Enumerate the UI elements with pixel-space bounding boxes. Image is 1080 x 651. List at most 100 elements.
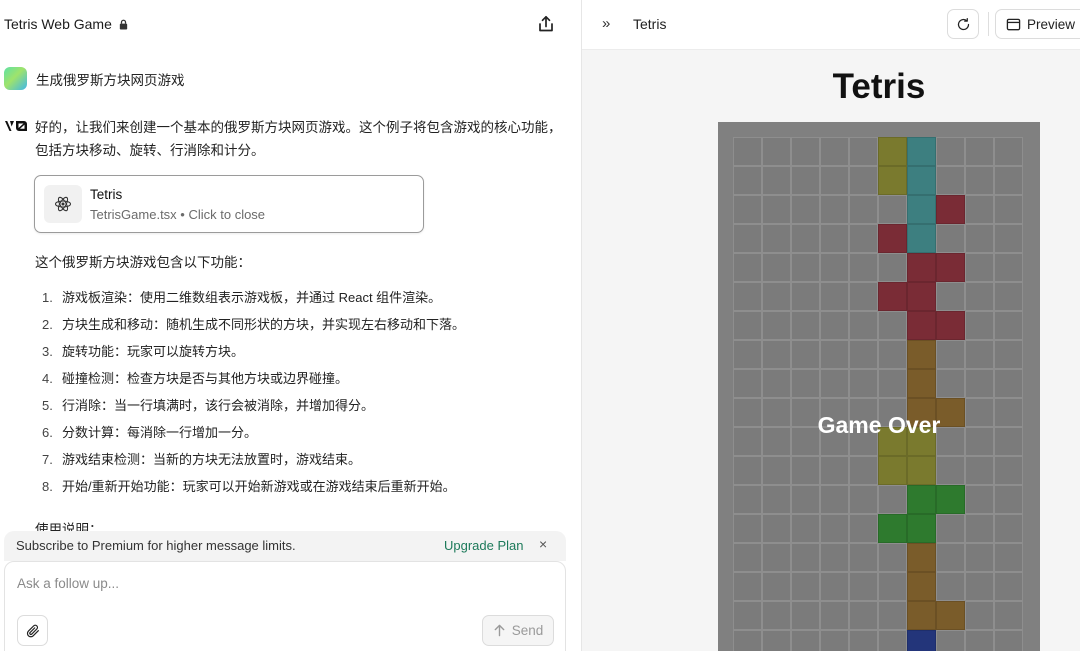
board-cell <box>878 543 907 572</box>
board-cell <box>994 282 1023 311</box>
board-cell <box>936 253 965 282</box>
board-cell <box>849 630 878 651</box>
board-cell <box>820 601 849 630</box>
board-cell <box>762 224 791 253</box>
refresh-icon <box>957 17 969 30</box>
board-cell <box>762 340 791 369</box>
board-cell <box>936 369 965 398</box>
board-cell <box>762 369 791 398</box>
board-cell <box>762 572 791 601</box>
board-cell <box>733 253 762 282</box>
browser-window-icon <box>1006 18 1021 30</box>
list-item: 7. 游戏结束检测：当新的方块无法放置时，游戏结束。 <box>42 452 362 467</box>
chat-header: Tetris Web Game <box>0 0 581 48</box>
lock-icon <box>119 19 128 30</box>
board-cell <box>878 166 907 195</box>
board-cell <box>791 137 820 166</box>
board-cell <box>791 369 820 398</box>
list-item: 2. 方块生成和移动：随机生成不同形状的方块，并实现左右移动和下落。 <box>42 317 466 332</box>
board-cell <box>878 456 907 485</box>
board-cell <box>791 630 820 651</box>
board-cell <box>878 630 907 651</box>
board-cell <box>994 369 1023 398</box>
board-cell <box>994 601 1023 630</box>
board-cell <box>878 195 907 224</box>
close-icon[interactable]: × <box>539 536 547 552</box>
v0-logo-icon <box>4 119 28 136</box>
attach-button[interactable] <box>17 615 48 646</box>
board-cell <box>820 311 849 340</box>
board-cell <box>762 456 791 485</box>
board-cell <box>762 311 791 340</box>
board-cell <box>936 485 965 514</box>
board-cell <box>878 311 907 340</box>
react-atom-icon <box>44 185 82 223</box>
board-cell <box>820 456 849 485</box>
features-heading: 这个俄罗斯方块游戏包含以下功能： <box>35 255 251 270</box>
board-cell <box>733 456 762 485</box>
artifact-subtitle: TetrisGame.tsx • Click to close <box>90 207 266 222</box>
board-cell <box>965 137 994 166</box>
board-cell <box>907 137 936 166</box>
share-icon[interactable] <box>536 14 556 34</box>
board-cell <box>965 514 994 543</box>
board-cell <box>994 195 1023 224</box>
chat-panel: Tetris Web Game 生成俄罗斯方块网页游戏 好的，让我们来创建一个基… <box>0 0 581 651</box>
list-item: 6. 分数计算：每消除一行增加一分。 <box>42 425 258 440</box>
board-cell <box>994 514 1023 543</box>
board-cell <box>878 514 907 543</box>
board-cell <box>994 166 1023 195</box>
follow-up-input[interactable] <box>17 576 537 591</box>
board-cell <box>907 572 936 601</box>
board-cell <box>849 253 878 282</box>
send-button[interactable]: Send <box>482 615 554 646</box>
board-cell <box>791 572 820 601</box>
board-cell <box>849 340 878 369</box>
board-cell <box>965 282 994 311</box>
board-cell <box>820 572 849 601</box>
board-cell <box>733 282 762 311</box>
board-cell <box>762 195 791 224</box>
board-cell <box>762 137 791 166</box>
board-cell <box>820 224 849 253</box>
board-cell <box>733 137 762 166</box>
board-cell <box>791 166 820 195</box>
game-board[interactable]: Game Over <box>718 122 1040 651</box>
board-cell <box>733 543 762 572</box>
artifact-card[interactable]: Tetris TetrisGame.tsx • Click to close <box>34 175 424 233</box>
board-cell <box>936 601 965 630</box>
board-cell <box>936 543 965 572</box>
board-cell <box>791 311 820 340</box>
board-cell <box>878 572 907 601</box>
board-cell <box>762 543 791 572</box>
board-cell <box>849 166 878 195</box>
arrow-up-icon <box>494 624 505 637</box>
preview-title: Tetris <box>633 16 667 32</box>
game-over-text: Game Over <box>817 412 941 438</box>
upgrade-plan-link[interactable]: Upgrade Plan <box>444 538 524 553</box>
board-cell <box>849 543 878 572</box>
preview-button-label: Preview <box>1027 16 1076 32</box>
artifact-title: Tetris <box>90 187 123 202</box>
board-cell <box>907 340 936 369</box>
board-cell <box>791 456 820 485</box>
board-cell <box>762 166 791 195</box>
user-message-text: 生成俄罗斯方块网页游戏 <box>36 72 185 88</box>
project-title[interactable]: Tetris Web Game <box>4 16 129 32</box>
expand-chevrons-icon[interactable]: » <box>602 15 610 32</box>
board-cell <box>878 282 907 311</box>
board-cell <box>965 485 994 514</box>
board-cell <box>791 543 820 572</box>
refresh-button[interactable] <box>947 9 979 39</box>
board-cell <box>936 340 965 369</box>
avatar <box>4 67 27 90</box>
board-cell <box>936 456 965 485</box>
list-item: 1. 游戏板渲染：使用二维数组表示游戏板，并通过 React 组件渲染。 <box>42 290 442 305</box>
board-cell <box>965 224 994 253</box>
board-cell <box>878 224 907 253</box>
board-cell <box>791 195 820 224</box>
board-cell <box>994 340 1023 369</box>
board-cell <box>791 282 820 311</box>
preview-button[interactable]: Preview <box>995 9 1080 39</box>
board-cell <box>907 195 936 224</box>
